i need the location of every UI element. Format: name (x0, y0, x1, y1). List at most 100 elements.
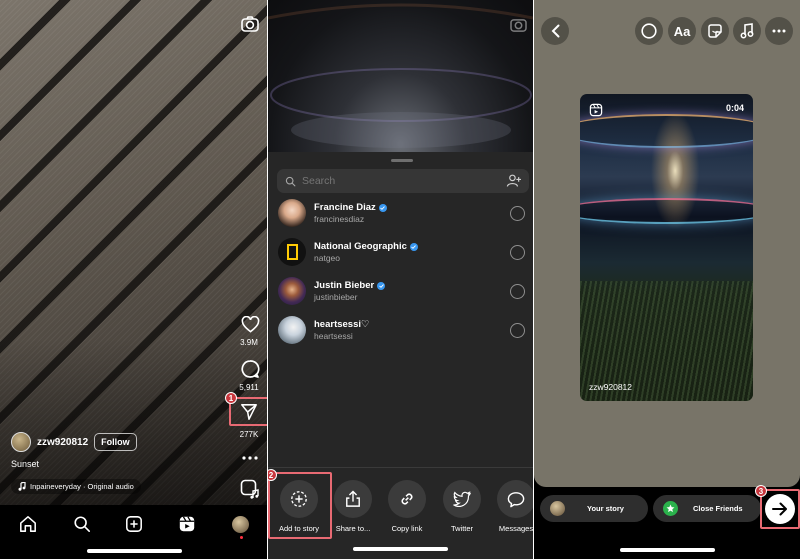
copy-link-button[interactable]: Copy link (379, 480, 435, 533)
messages-icon (507, 491, 525, 507)
home-indicator (87, 549, 182, 553)
contact-avatar (278, 316, 306, 344)
more-options-button[interactable] (765, 17, 793, 45)
action-label: Share to... (335, 524, 371, 533)
video-duration: 0:04 (725, 103, 744, 113)
likes-count: 3.9M (240, 338, 258, 347)
select-radio[interactable] (510, 283, 525, 299)
user-avatar (550, 501, 565, 516)
step-1-badge: 1 (225, 392, 237, 404)
contact-avatar (278, 277, 306, 305)
camera-icon[interactable] (508, 14, 528, 34)
nav-reels[interactable] (176, 513, 198, 535)
step-2-highlight (268, 472, 332, 539)
reel-viewer-screen: 3.9M 5,911 1 277K zzw920812 Follow Sunse… (0, 0, 267, 559)
back-icon (551, 24, 559, 38)
contact-row[interactable]: Justin Bieber justinbieber (278, 275, 528, 307)
close-friends-button[interactable]: Close Friends (653, 495, 761, 522)
music-tool-button[interactable] (733, 17, 761, 45)
nav-home[interactable] (17, 513, 39, 535)
natgeo-logo-icon (286, 244, 298, 260)
author-username[interactable]: zzw920812 (37, 437, 88, 448)
audio-label: Inpaineveryday · Original audio (30, 482, 134, 491)
search-icon (285, 176, 296, 186)
home-icon (20, 516, 36, 532)
comment-icon (241, 360, 260, 378)
more-icon (242, 456, 258, 460)
author-avatar[interactable] (11, 432, 31, 452)
home-indicator (620, 548, 715, 552)
sticker-tool-button[interactable] (701, 17, 729, 45)
share-sheet-screen: Francine Diaz francinesdiaz National Geo… (268, 0, 533, 559)
select-radio[interactable] (510, 244, 525, 260)
reel-caption: Sunset (11, 459, 40, 469)
music-icon (740, 23, 754, 39)
twitter-icon (453, 491, 471, 507)
your-story-button[interactable]: Your story (540, 495, 648, 522)
contact-avatar (278, 238, 306, 266)
contact-handle: natgeo (314, 253, 340, 263)
next-button[interactable] (765, 494, 795, 524)
like-button[interactable] (239, 314, 261, 334)
camera-icon[interactable] (240, 14, 260, 34)
music-note-icon (18, 482, 26, 491)
messages-button[interactable]: Messages (488, 480, 533, 533)
contact-handle: heartsessi (314, 331, 353, 341)
text-tool-button[interactable]: Aa (668, 17, 696, 45)
contact-row[interactable]: Francine Diaz francinesdiaz (278, 197, 528, 229)
select-radio[interactable] (510, 322, 525, 338)
audio-tag[interactable]: Inpaineveryday · Original audio (11, 479, 141, 494)
contact-avatar (278, 199, 306, 227)
action-label: Messages (498, 524, 533, 533)
profile-avatar (231, 515, 249, 533)
comment-button[interactable] (239, 358, 261, 380)
contact-name: Justin Bieber (314, 280, 375, 291)
back-button[interactable] (541, 17, 569, 45)
home-indicator (353, 547, 448, 551)
search-icon (74, 516, 91, 533)
card-username: zzw920812 (589, 382, 633, 392)
share-to-button[interactable]: Share to... (325, 480, 381, 533)
contact-handle: justinbieber (314, 292, 358, 302)
create-icon (126, 516, 142, 532)
action-label: Copy link (391, 524, 423, 533)
link-icon (401, 493, 413, 505)
circle-tool-button[interactable] (635, 17, 663, 45)
nav-create[interactable] (123, 513, 145, 535)
share-icon (346, 490, 360, 507)
reel-sticker-card[interactable]: 0:04 zzw920812 (580, 94, 753, 401)
search-bar[interactable] (277, 169, 529, 193)
shares-count: 277K (239, 430, 259, 439)
share-button[interactable] (238, 401, 260, 423)
select-radio[interactable] (510, 205, 525, 221)
star-icon (663, 501, 678, 516)
verified-icon (378, 203, 387, 212)
contact-row[interactable]: heartsessi♡ heartsessi (278, 314, 528, 346)
reel-background-preview (268, 0, 533, 152)
follow-button[interactable]: Follow (94, 433, 137, 451)
nav-profile[interactable] (229, 513, 251, 535)
close-friends-label: Close Friends (693, 504, 743, 513)
add-people-icon[interactable] (506, 174, 522, 188)
contact-row[interactable]: National Geographic natgeo (278, 236, 528, 268)
remix-button[interactable] (239, 478, 261, 500)
reels-icon (589, 103, 603, 117)
story-editor-screen: Aa 0:04 zzw920812 Your story Close Frien… (534, 0, 800, 559)
more-button[interactable] (240, 452, 260, 464)
circle-icon (641, 23, 657, 39)
reels-icon (179, 516, 195, 532)
remix-icon (240, 479, 259, 499)
search-input[interactable] (302, 175, 492, 187)
sheet-grabber[interactable] (391, 159, 413, 162)
contact-name: National Geographic (314, 241, 407, 252)
heart-icon (241, 315, 259, 333)
reel-author: zzw920812 Follow (11, 432, 137, 452)
aurora-ring-top (580, 114, 753, 148)
contact-name: heartsessi♡ (314, 319, 370, 330)
nav-search[interactable] (71, 513, 93, 535)
your-story-label: Your story (587, 504, 624, 513)
text-tool-icon: Aa (673, 23, 691, 39)
twitter-button[interactable]: Twitter (434, 480, 490, 533)
contact-handle: francinesdiaz (314, 214, 365, 224)
comments-count: 5,911 (239, 383, 259, 392)
